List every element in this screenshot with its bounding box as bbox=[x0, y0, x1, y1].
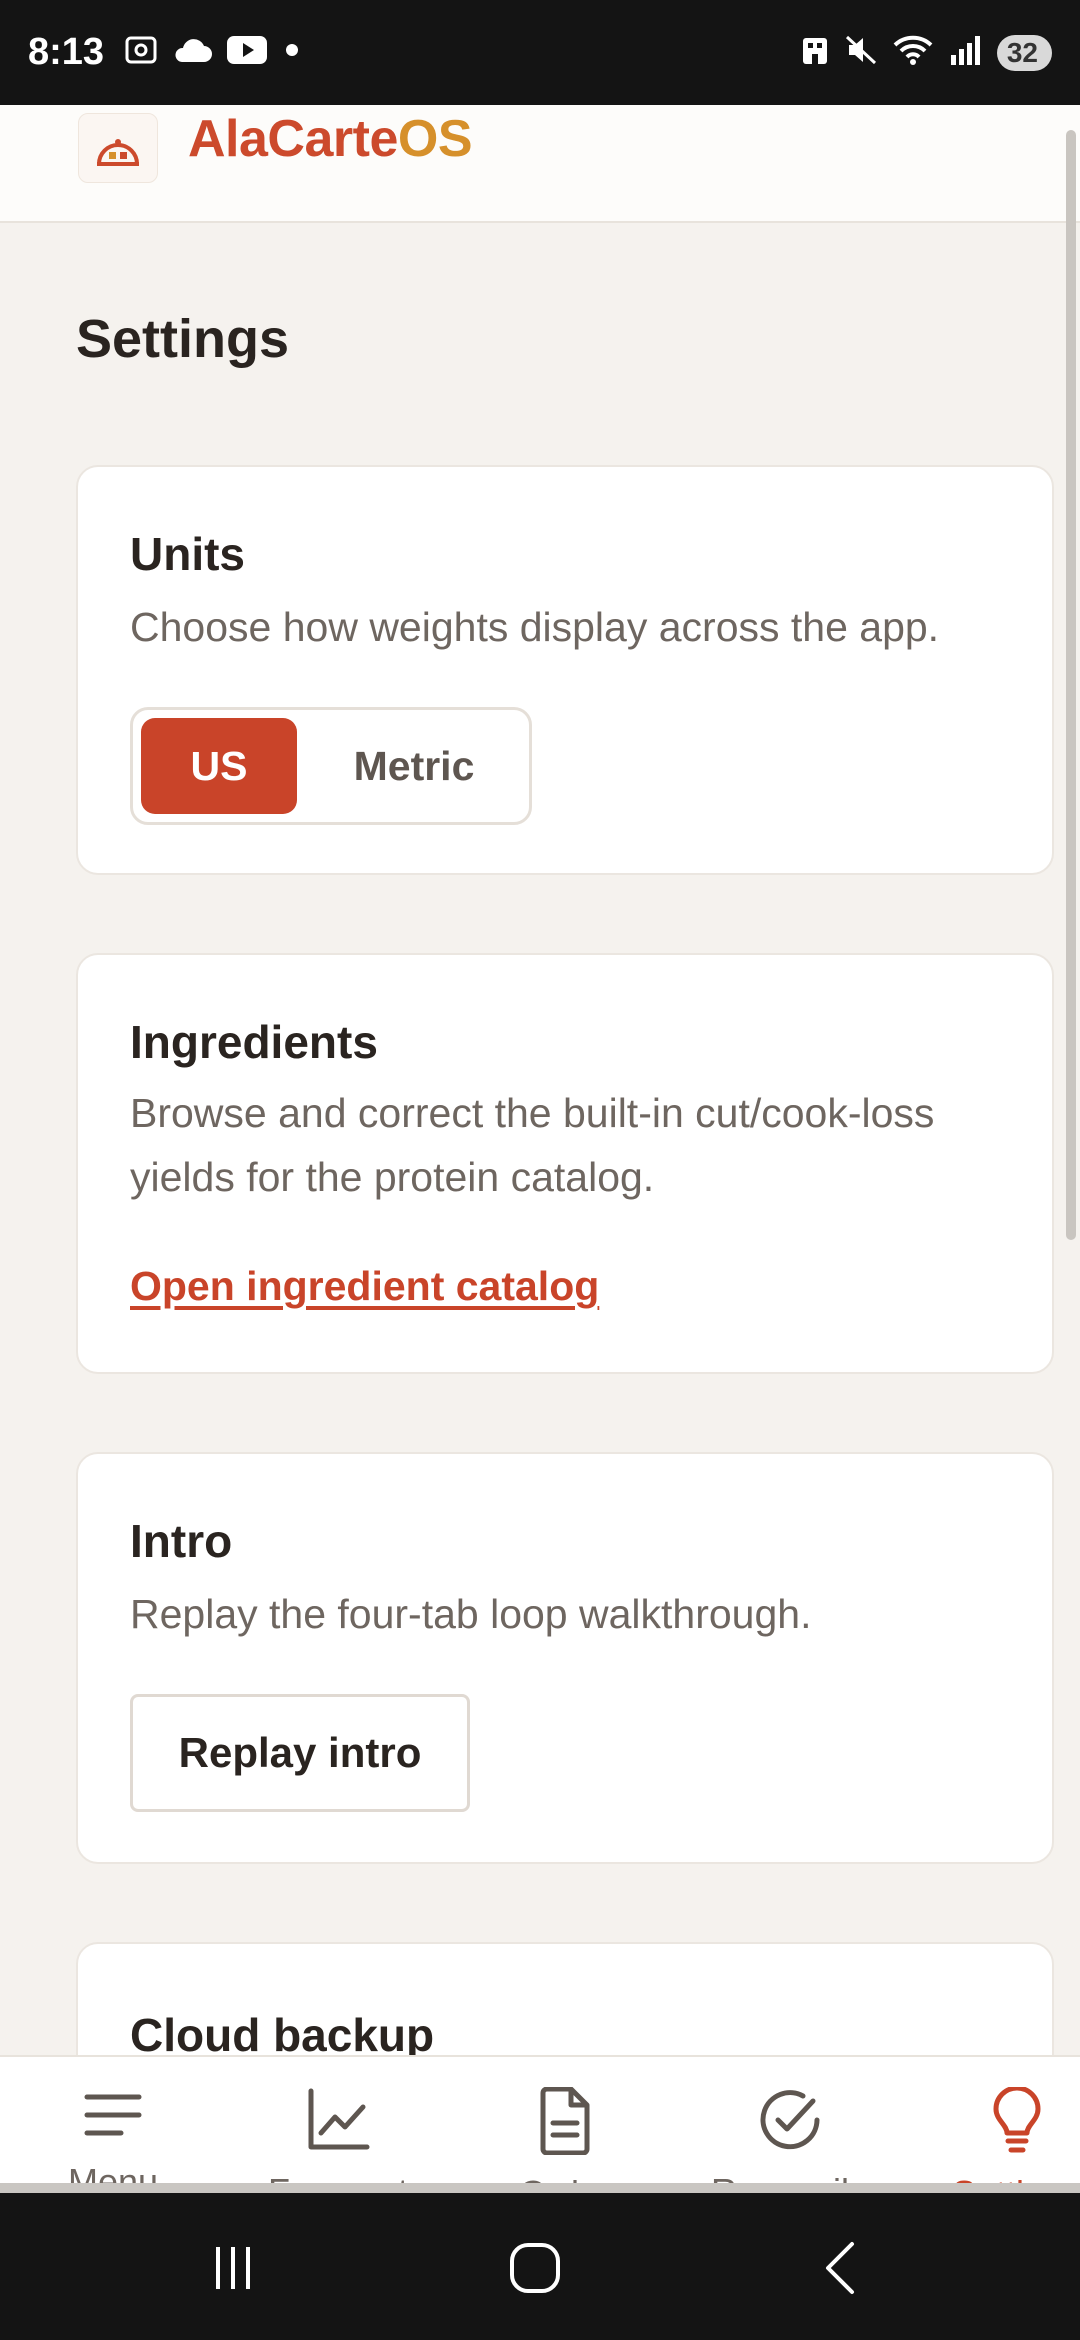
status-bar: 8:13 32 bbox=[0, 0, 1080, 105]
chart-icon bbox=[305, 2087, 371, 2153]
building-icon bbox=[799, 34, 831, 71]
back-icon[interactable] bbox=[800, 2233, 880, 2303]
system-nav-bar bbox=[0, 2193, 1080, 2340]
battery-level: 32 bbox=[1006, 36, 1038, 68]
replay-intro-button[interactable]: Replay intro bbox=[130, 1694, 470, 1812]
units-toggle: US Metric bbox=[130, 707, 532, 825]
scrollbar[interactable] bbox=[1066, 130, 1076, 1240]
units-card: Units Choose how weights display across … bbox=[76, 465, 1054, 875]
cloud-backup-title: Cloud backup bbox=[130, 2009, 435, 2061]
intro-title: Intro bbox=[130, 1515, 233, 1567]
page-title: Settings bbox=[76, 309, 290, 369]
intro-card: Intro Replay the four-tab loop walkthrou… bbox=[76, 1452, 1054, 1864]
open-ingredient-catalog-link[interactable]: Open ingredient catalog bbox=[130, 1263, 599, 1310]
units-description: Choose how weights display across the ap… bbox=[130, 604, 940, 650]
app-header: AlaCarteOS bbox=[0, 105, 1080, 223]
home-icon[interactable] bbox=[495, 2233, 575, 2303]
nav-item-settings[interactable]: Settings bbox=[917, 2057, 1080, 2190]
nav-item-reconcile[interactable]: Reconcile bbox=[690, 2057, 890, 2190]
mute-icon bbox=[843, 33, 879, 72]
nav-divider bbox=[0, 2183, 1080, 2193]
check-circle-icon bbox=[757, 2087, 823, 2153]
brand-part2: OS bbox=[397, 110, 473, 168]
cloud-icon bbox=[172, 36, 213, 69]
lightbulb-icon bbox=[990, 2087, 1044, 2155]
nav-item-forecast[interactable]: Forecast bbox=[238, 2057, 438, 2190]
ingredients-card: Ingredients Browse and correct the built… bbox=[76, 953, 1054, 1374]
status-time: 8:13 bbox=[28, 31, 105, 73]
signal-icon bbox=[949, 33, 985, 72]
brand-part1: AlaCarte bbox=[188, 110, 398, 168]
document-icon bbox=[537, 2087, 593, 2155]
battery-icon: 32 bbox=[996, 34, 1052, 71]
units-option-metric[interactable]: Metric bbox=[303, 718, 525, 814]
intro-description: Replay the four-tab loop walkthrough. bbox=[130, 1591, 812, 1637]
ingredients-description: Browse and correct the built-in cut/cook… bbox=[130, 1090, 935, 1200]
nav-item-menu[interactable]: Menu bbox=[13, 2057, 213, 2190]
nav-item-order[interactable]: Order bbox=[465, 2057, 665, 2190]
wifi-icon bbox=[891, 33, 937, 72]
recents-icon[interactable] bbox=[193, 2233, 273, 2303]
menu-icon bbox=[81, 2087, 145, 2143]
logo-icon[interactable] bbox=[78, 113, 158, 183]
bottom-nav: Menu Forecast Order Reconcile Settings bbox=[0, 2055, 1080, 2190]
units-title: Units bbox=[130, 528, 245, 580]
dot-icon bbox=[282, 40, 302, 65]
screenshot-icon bbox=[124, 35, 158, 70]
units-option-us[interactable]: US bbox=[141, 718, 297, 814]
brand-name: AlaCarteOS bbox=[188, 109, 473, 169]
ingredients-title: Ingredients bbox=[130, 1016, 378, 1068]
youtube-icon bbox=[226, 35, 268, 70]
